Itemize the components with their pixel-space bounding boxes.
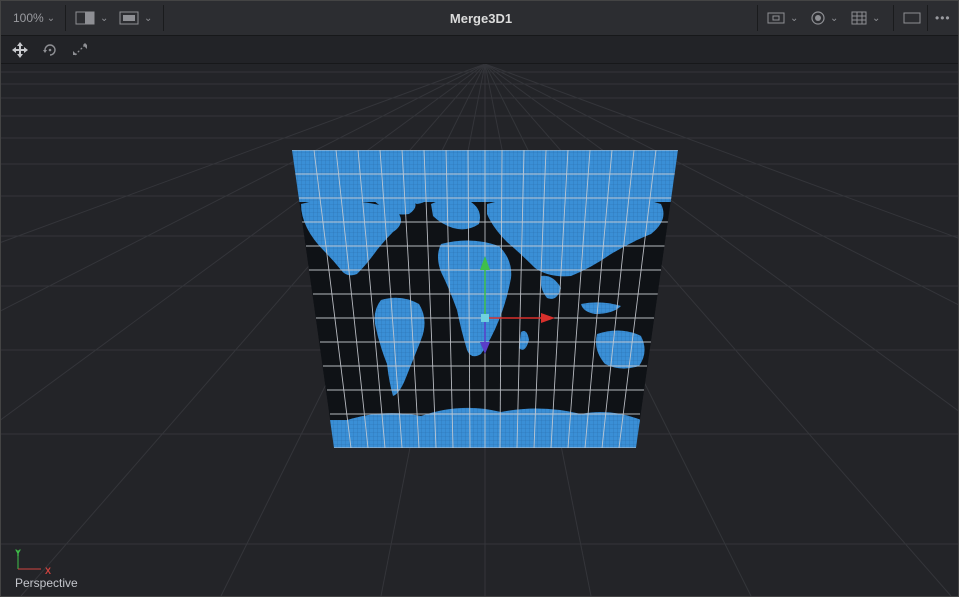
transform-toolbar: [1, 36, 958, 64]
viewer-title: Merge3D1: [449, 10, 513, 26]
viewer-layout-dropdown[interactable]: ⌄: [75, 1, 108, 35]
display-dropdown[interactable]: ⌄: [119, 1, 152, 35]
divider: [893, 5, 894, 31]
camera-label[interactable]: Perspective: [15, 576, 78, 590]
scale-icon[interactable]: [71, 41, 89, 59]
image-plane: [292, 150, 678, 448]
chevron-down-icon: ⌄: [790, 12, 799, 24]
zoom-dropdown[interactable]: 100% ⌄: [13, 1, 55, 35]
rectangle-icon: [903, 12, 921, 24]
chevron-down-icon: ⌄: [100, 12, 109, 24]
rotate-icon[interactable]: [41, 41, 59, 59]
grid-dropdown[interactable]: ⌄: [851, 1, 880, 35]
scene-canvas: [1, 64, 958, 596]
overlay-dropdown[interactable]: ⌄: [767, 1, 798, 35]
divider: [65, 5, 66, 31]
divider: [757, 5, 758, 31]
viewer-window: 100% ⌄ ⌄ ⌄ Merge3D1 ⌄ ⌄ ⌄ ••• Y X Perspe…: [0, 0, 959, 597]
viewer-header: 100% ⌄ ⌄ ⌄ Merge3D1 ⌄ ⌄ ⌄ •••: [1, 1, 958, 36]
chevron-down-icon: ⌄: [46, 12, 56, 24]
split-view-icon: [75, 11, 95, 25]
overlay-icon: [767, 12, 785, 24]
lighting-dropdown[interactable]: ⌄: [809, 1, 838, 35]
divider: [163, 5, 164, 31]
more-options-button[interactable]: •••: [935, 1, 951, 35]
chevron-down-icon: ⌄: [830, 12, 839, 24]
chevron-down-icon: ⌄: [872, 12, 881, 24]
3d-viewport[interactable]: Y X Perspective: [1, 64, 958, 596]
chevron-down-icon: ⌄: [144, 12, 153, 24]
zoom-label: 100%: [13, 11, 44, 25]
axis-y-label: Y: [15, 548, 22, 558]
fullscreen-button[interactable]: [903, 1, 921, 35]
light-bulb-icon: [811, 11, 825, 25]
grid-icon: [851, 11, 867, 25]
gizmo-center-handle: [481, 314, 489, 322]
axis-x-label: X: [45, 566, 52, 576]
divider: [927, 5, 928, 31]
monitor-icon: [119, 11, 139, 25]
axis-indicator: [17, 550, 41, 570]
move-icon[interactable]: [11, 41, 29, 59]
